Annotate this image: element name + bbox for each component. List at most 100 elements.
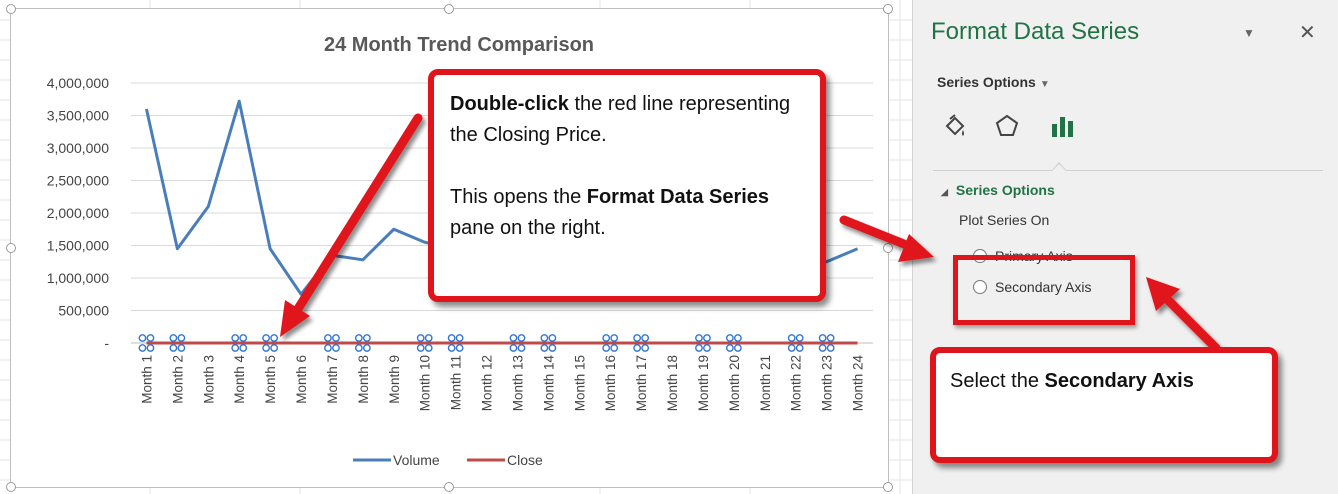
selection-marker[interactable] <box>703 344 711 352</box>
selection-marker[interactable] <box>455 334 464 342</box>
x-tick-label: Month 16 <box>603 355 618 411</box>
selection-marker[interactable] <box>795 344 804 352</box>
x-tick-label: Month 18 <box>665 355 680 411</box>
selection-marker[interactable] <box>270 344 279 352</box>
selection-marker[interactable] <box>540 334 549 342</box>
selection-marker[interactable] <box>362 344 371 352</box>
x-tick-label: Month 3 <box>201 355 216 404</box>
selection-marker[interactable] <box>818 344 827 352</box>
selection-marker[interactable] <box>517 344 526 352</box>
selection-marker[interactable] <box>725 344 734 352</box>
selection-marker[interactable] <box>231 344 240 352</box>
selection-marker[interactable] <box>262 344 271 352</box>
selection-marker[interactable] <box>416 344 425 352</box>
effects-icon[interactable] <box>993 112 1021 140</box>
selection-marker[interactable] <box>138 334 147 342</box>
chart-handle-top-left[interactable] <box>6 4 16 14</box>
chart-legend[interactable]: Volume Close <box>353 452 543 468</box>
tab-divider <box>933 170 1323 171</box>
selection-marker[interactable] <box>169 344 178 352</box>
selection-marker[interactable] <box>354 344 363 352</box>
selection-marker[interactable] <box>795 334 804 342</box>
selection-marker[interactable] <box>169 334 178 342</box>
x-tick-label: Month 24 <box>851 355 866 412</box>
selection-marker[interactable] <box>362 334 371 342</box>
y-tick-label: - <box>104 335 109 351</box>
selection-marker[interactable] <box>602 334 611 342</box>
selection-marker[interactable] <box>324 334 332 342</box>
selection-marker[interactable] <box>324 344 332 352</box>
selection-marker[interactable] <box>177 334 186 342</box>
selection-marker[interactable] <box>610 344 619 352</box>
selection-marker[interactable] <box>641 334 650 342</box>
chevron-down-icon[interactable]: ▼ <box>1243 26 1255 40</box>
selection-marker[interactable] <box>416 334 425 342</box>
selection-marker[interactable] <box>602 344 611 352</box>
selection-marker[interactable] <box>633 334 642 342</box>
x-tick-label: Month 7 <box>325 355 340 404</box>
chart-handle-bottom-right[interactable] <box>883 482 893 492</box>
selection-marker[interactable] <box>725 334 734 342</box>
selection-marker[interactable] <box>231 334 240 342</box>
chart-handle-top-right[interactable] <box>883 4 893 14</box>
selection-marker[interactable] <box>703 334 711 342</box>
selection-marker[interactable] <box>177 344 186 352</box>
fill-line-icon[interactable] <box>941 112 969 140</box>
selection-marker[interactable] <box>517 334 526 342</box>
selection-marker[interactable] <box>695 334 703 342</box>
y-tick-label: 2,000,000 <box>47 205 109 221</box>
chart-handle-bottom[interactable] <box>444 482 454 492</box>
selection-marker[interactable] <box>270 334 279 342</box>
selection-marker[interactable] <box>424 334 433 342</box>
chart-handle-top[interactable] <box>444 4 454 14</box>
close-icon[interactable]: ✕ <box>1299 20 1316 45</box>
selection-marker[interactable] <box>509 344 518 352</box>
selection-marker[interactable] <box>455 344 464 352</box>
selection-marker[interactable] <box>787 344 796 352</box>
x-tick-label: Month 20 <box>727 355 742 411</box>
x-tick-label: Month 17 <box>634 355 649 411</box>
selection-marker[interactable] <box>262 334 271 342</box>
selection-marker[interactable] <box>540 344 549 352</box>
selection-marker[interactable] <box>548 334 557 342</box>
y-tick-label: 3,500,000 <box>47 108 109 124</box>
selection-marker[interactable] <box>138 344 147 352</box>
selection-marker[interactable] <box>146 344 155 352</box>
selection-marker[interactable] <box>239 344 248 352</box>
selection-marker[interactable] <box>548 344 557 352</box>
x-tick-label: Month 15 <box>572 355 587 411</box>
selection-marker[interactable] <box>733 334 742 342</box>
x-tick-label: Month 11 <box>449 355 464 410</box>
y-tick-label: 1,000,000 <box>47 270 109 286</box>
selection-marker[interactable] <box>826 334 835 342</box>
selection-marker[interactable] <box>633 344 642 352</box>
selection-marker[interactable] <box>641 344 650 352</box>
series-options-section-header[interactable]: ◢ Series Options <box>941 182 1055 198</box>
chart-handle-bottom-left[interactable] <box>6 482 16 492</box>
selection-marker[interactable] <box>818 334 827 342</box>
selection-marker[interactable] <box>447 334 456 342</box>
x-tick-label: Month 6 <box>294 355 309 404</box>
chart-handle-right[interactable] <box>883 243 893 253</box>
selection-marker[interactable] <box>424 344 433 352</box>
selection-marker[interactable] <box>447 344 456 352</box>
selection-marker[interactable] <box>509 334 518 342</box>
selection-marker[interactable] <box>787 334 796 342</box>
chart-handle-left[interactable] <box>6 243 16 253</box>
selection-marker[interactable] <box>332 334 340 342</box>
plot-series-on-label: Plot Series On <box>959 212 1050 228</box>
selection-marker[interactable] <box>146 334 155 342</box>
legend-volume-label: Volume <box>393 452 440 468</box>
series-options-icon[interactable] <box>1049 112 1077 140</box>
selection-marker[interactable] <box>354 334 363 342</box>
selection-marker[interactable] <box>610 334 619 342</box>
selection-marker[interactable] <box>332 344 340 352</box>
y-axis-tick-labels: 4,000,000 3,500,000 3,000,000 2,500,000 2,00… <box>47 75 110 351</box>
selection-marker[interactable] <box>733 344 742 352</box>
caret-down-icon: ▼ <box>1039 79 1050 90</box>
selection-marker[interactable] <box>695 344 703 352</box>
collapse-triangle-icon: ◢ <box>941 187 948 197</box>
selection-marker[interactable] <box>826 344 835 352</box>
selection-marker[interactable] <box>239 334 248 342</box>
series-options-dropdown[interactable]: Series Options ▼ <box>937 74 1050 90</box>
